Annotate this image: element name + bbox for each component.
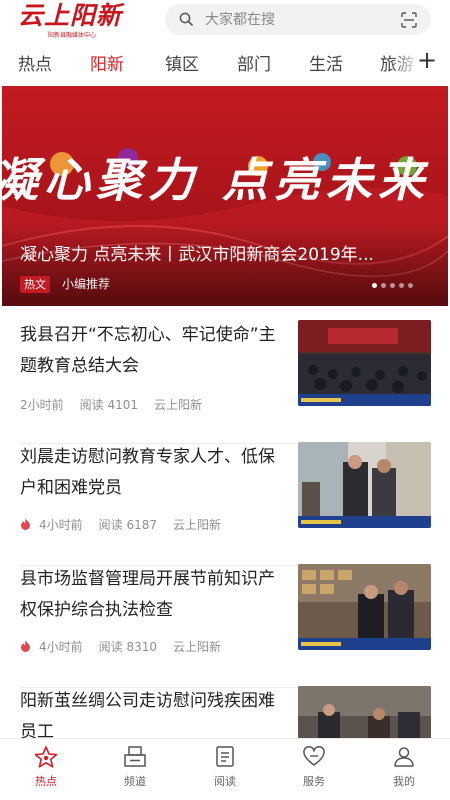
tab-life[interactable]: 生活 (309, 50, 343, 75)
search-bar[interactable] (165, 4, 431, 35)
nav-label: 服务 (303, 775, 325, 788)
news-reads: 阅读 8310 (98, 640, 157, 654)
banner-slogan: 凝心聚力 点亮未来 (2, 153, 431, 207)
nav-label: 阅读 (214, 775, 236, 788)
news-title[interactable]: 县市场监督管理局开展节前知识产权保护综合执法检查 (20, 564, 280, 626)
nav-read[interactable]: 阅读 (195, 745, 255, 797)
banner-carousel[interactable]: 凝心聚力 点亮未来 (2, 86, 448, 306)
channel-icon (124, 746, 146, 767)
nav-label: 我的 (393, 775, 415, 788)
carousel-indicator (372, 283, 417, 289)
logo-subtitle: 阳新县融媒体中心 (48, 32, 97, 39)
news-title[interactable]: 刘晨走访慰问教育专家人才、低保户和困难党员 (20, 442, 280, 504)
news-thumbnail[interactable] (298, 320, 431, 406)
carousel-dot[interactable] (390, 283, 395, 288)
hot-star-icon (34, 746, 58, 768)
news-thumbnail[interactable] (298, 442, 431, 528)
nav-label: 频道 (124, 775, 146, 788)
news-time: 4小时前 (39, 640, 83, 654)
tab-town[interactable]: 镇区 (165, 50, 199, 75)
category-tabs: 热点 阳新 镇区 部门 生活 旅游 + (0, 42, 450, 82)
news-reads: 阅读 4101 (79, 398, 138, 412)
nav-me[interactable]: 我的 (374, 745, 434, 797)
user-icon (394, 747, 414, 767)
banner-source: 小编推荐 (62, 277, 111, 291)
hot-fire-icon (21, 640, 30, 652)
search-icon (179, 12, 193, 26)
nav-service[interactable]: 服务 (284, 745, 344, 797)
news-meta: 4小时前 阅读 6187 云上阳新 (20, 516, 237, 533)
nav-hot[interactable]: 热点 (16, 745, 76, 797)
carousel-dot[interactable] (372, 283, 377, 288)
news-meta: 2小时前 阅读 4101 云上阳新 (20, 396, 218, 413)
nav-label: 热点 (35, 775, 57, 788)
tab-hot[interactable]: 热点 (18, 50, 52, 75)
tab-yangxin[interactable]: 阳新 (90, 50, 124, 75)
carousel-dot[interactable] (408, 283, 413, 288)
news-source: 云上阳新 (173, 640, 222, 654)
news-source: 云上阳新 (154, 398, 203, 412)
header: 云上阳新 阳新县融媒体中心 (0, 0, 450, 40)
search-input[interactable] (205, 4, 375, 35)
logo-text: 云上阳新 (18, 1, 123, 30)
bottom-navigation: 热点 频道 阅读 服务 我的 (0, 738, 450, 800)
add-channel-icon[interactable]: + (416, 48, 438, 72)
news-meta: 4小时前 阅读 8310 云上阳新 (20, 638, 237, 655)
news-reads: 阅读 6187 (98, 518, 157, 532)
news-source: 云上阳新 (173, 518, 222, 532)
nav-channel[interactable]: 频道 (105, 745, 165, 797)
banner-shade (2, 226, 448, 306)
news-time: 2小时前 (20, 398, 64, 412)
news-item[interactable]: 县市场监督管理局开展节前知识产权保护综合执法检查 4小时前 阅读 8310 云上阳新 (0, 564, 450, 688)
news-item[interactable]: 我县召开“不忘初心、牢记使命”主题教育总结大会 2小时前 阅读 4101 云上阳新 (0, 320, 450, 444)
banner-title[interactable]: 凝心聚力 点亮未来丨武汉市阳新商会2019年... (20, 240, 430, 265)
app-logo[interactable]: 云上阳新 阳新县融媒体中心 (18, 1, 148, 40)
news-thumbnail[interactable] (298, 564, 431, 650)
read-icon (216, 746, 234, 767)
news-item[interactable]: 刘晨走访慰问教育专家人才、低保户和困难党员 4小时前 阅读 6187 云上阳新 (0, 442, 450, 566)
carousel-dot[interactable] (399, 283, 404, 288)
scan-icon[interactable] (401, 12, 417, 28)
service-icon (303, 745, 325, 766)
carousel-dot[interactable] (381, 283, 386, 288)
tab-department[interactable]: 部门 (237, 50, 271, 75)
news-time: 4小时前 (39, 518, 83, 532)
news-title[interactable]: 我县召开“不忘初心、牢记使命”主题教育总结大会 (20, 320, 280, 382)
banner-tag-badge: 热文 (20, 276, 50, 293)
hot-fire-icon (21, 518, 30, 530)
